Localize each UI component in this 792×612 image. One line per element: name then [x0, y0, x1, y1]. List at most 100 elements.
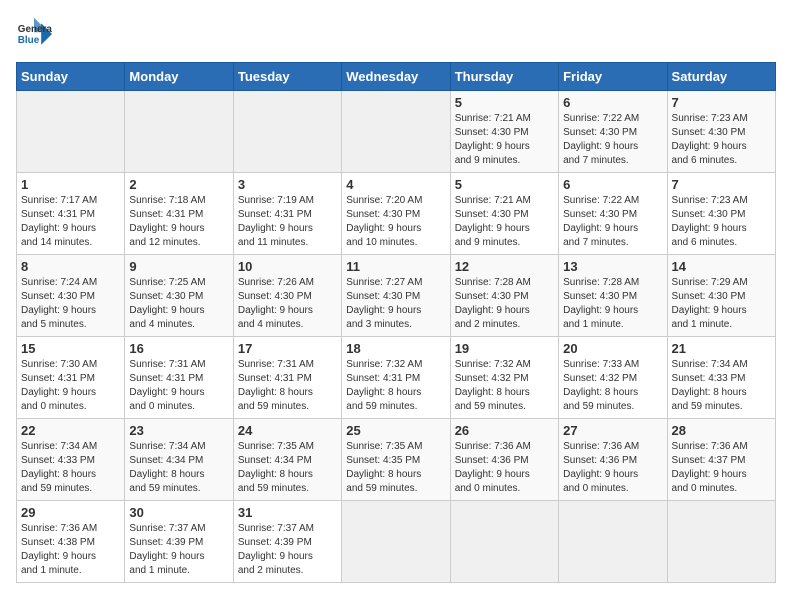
calendar-cell: 9Sunrise: 7:25 AM Sunset: 4:30 PM Daylig…	[125, 255, 233, 337]
calendar-cell: 10 Sunrise: 7:26 AM Sunset: 4:30 PM Dayli…	[233, 255, 341, 337]
calendar-cell	[559, 501, 667, 583]
calendar-cell: 28 Sunrise: 7:36 AM Sunset: 4:37 PM Dayli…	[667, 419, 775, 501]
day-number: 15	[21, 341, 120, 356]
day-info: Sunrise: 7:24 AM Sunset: 4:30 PM Dayligh…	[21, 276, 120, 332]
header-row: SundayMondayTuesdayWednesdayThursdayFrid…	[17, 63, 776, 91]
calendar-cell	[342, 91, 450, 173]
calendar-cell: 18 Sunrise: 7:32 AM Sunset: 4:31 PM Dayli…	[342, 337, 450, 419]
calendar-cell: 7Sunrise: 7:23 AM Sunset: 4:30 PM Daylig…	[667, 91, 775, 173]
day-number: 16	[129, 341, 228, 356]
day-info: Sunrise: 7:37 AM Sunset: 4:39 PM Dayligh…	[129, 522, 228, 578]
calendar-cell: 8 Sunrise: 7:24 AM Sunset: 4:30 PM Daylig…	[17, 255, 125, 337]
calendar-cell	[342, 501, 450, 583]
day-info: Sunrise: 7:34 AM Sunset: 4:33 PM Dayligh…	[21, 440, 120, 496]
logo-icon: General Blue	[16, 16, 52, 52]
calendar-cell: 6Sunrise: 7:22 AM Sunset: 4:30 PM Daylig…	[559, 173, 667, 255]
day-info: Sunrise: 7:32 AM Sunset: 4:31 PM Dayligh…	[346, 358, 445, 414]
calendar-cell: 4Sunrise: 7:20 AM Sunset: 4:30 PM Daylig…	[342, 173, 450, 255]
calendar-cell	[125, 91, 233, 173]
day-info: Sunrise: 7:32 AM Sunset: 4:32 PM Dayligh…	[455, 358, 554, 414]
calendar-cell: 5 Sunrise: 7:21 AM Sunset: 4:30 PM Daylig…	[450, 91, 558, 173]
day-number: 30	[129, 505, 228, 520]
day-info: Sunrise: 7:36 AM Sunset: 4:37 PM Dayligh…	[672, 440, 771, 496]
day-info: Sunrise: 7:36 AM Sunset: 4:36 PM Dayligh…	[563, 440, 662, 496]
calendar-cell: 24Sunrise: 7:35 AM Sunset: 4:34 PM Dayli…	[233, 419, 341, 501]
day-number: 5	[455, 95, 554, 110]
day-number: 12	[455, 259, 554, 274]
calendar-cell: 5Sunrise: 7:21 AM Sunset: 4:30 PM Daylig…	[450, 173, 558, 255]
calendar-cell: 30 Sunrise: 7:37 AM Sunset: 4:39 PM Dayli…	[125, 501, 233, 583]
day-number: 28	[672, 423, 771, 438]
day-info: Sunrise: 7:27 AM Sunset: 4:30 PM Dayligh…	[346, 276, 445, 332]
column-header-tuesday: Tuesday	[233, 63, 341, 91]
calendar-week-0: 5 Sunrise: 7:21 AM Sunset: 4:30 PM Daylig…	[17, 91, 776, 173]
day-number: 20	[563, 341, 662, 356]
day-info: Sunrise: 7:22 AM Sunset: 4:30 PM Dayligh…	[563, 112, 662, 168]
day-number: 5	[455, 177, 554, 192]
day-number: 27	[563, 423, 662, 438]
day-number: 11	[346, 259, 445, 274]
svg-text:Blue: Blue	[18, 35, 40, 46]
logo: General Blue	[16, 16, 52, 52]
calendar-cell: 26 Sunrise: 7:36 AM Sunset: 4:36 PM Dayli…	[450, 419, 558, 501]
day-info: Sunrise: 7:23 AM Sunset: 4:30 PM Dayligh…	[672, 112, 771, 168]
day-number: 17	[238, 341, 337, 356]
day-info: Sunrise: 7:35 AM Sunset: 4:35 PM Dayligh…	[346, 440, 445, 496]
day-info: Sunrise: 7:26 AM Sunset: 4:30 PM Dayligh…	[238, 276, 337, 332]
day-number: 2	[129, 177, 228, 192]
day-number: 18	[346, 341, 445, 356]
calendar-cell: 27 Sunrise: 7:36 AM Sunset: 4:36 PM Dayli…	[559, 419, 667, 501]
calendar-cell: 14Sunrise: 7:29 AM Sunset: 4:30 PM Dayli…	[667, 255, 775, 337]
day-number: 6	[563, 95, 662, 110]
day-info: Sunrise: 7:18 AM Sunset: 4:31 PM Dayligh…	[129, 194, 228, 250]
day-info: Sunrise: 7:29 AM Sunset: 4:30 PM Dayligh…	[672, 276, 771, 332]
svg-text:General: General	[18, 24, 52, 35]
day-info: Sunrise: 7:25 AM Sunset: 4:30 PM Dayligh…	[129, 276, 228, 332]
calendar-cell: 2 Sunrise: 7:18 AM Sunset: 4:31 PM Daylig…	[125, 173, 233, 255]
calendar-cell: 25Sunrise: 7:35 AM Sunset: 4:35 PM Dayli…	[342, 419, 450, 501]
day-info: Sunrise: 7:28 AM Sunset: 4:30 PM Dayligh…	[563, 276, 662, 332]
calendar-cell: 23Sunrise: 7:34 AM Sunset: 4:34 PM Dayli…	[125, 419, 233, 501]
day-info: Sunrise: 7:36 AM Sunset: 4:38 PM Dayligh…	[21, 522, 120, 578]
day-number: 8	[21, 259, 120, 274]
day-info: Sunrise: 7:36 AM Sunset: 4:36 PM Dayligh…	[455, 440, 554, 496]
calendar-cell	[667, 501, 775, 583]
day-info: Sunrise: 7:34 AM Sunset: 4:33 PM Dayligh…	[672, 358, 771, 414]
calendar-cell: 16 Sunrise: 7:31 AM Sunset: 4:31 PM Dayli…	[125, 337, 233, 419]
day-number: 22	[21, 423, 120, 438]
calendar-cell: 1Sunrise: 7:17 AM Sunset: 4:31 PM Daylig…	[17, 173, 125, 255]
day-number: 7	[672, 177, 771, 192]
calendar-cell: 17Sunrise: 7:31 AM Sunset: 4:31 PM Dayli…	[233, 337, 341, 419]
column-header-saturday: Saturday	[667, 63, 775, 91]
calendar-cell: 22 Sunrise: 7:34 AM Sunset: 4:33 PM Dayli…	[17, 419, 125, 501]
calendar-week-2: 8 Sunrise: 7:24 AM Sunset: 4:30 PM Daylig…	[17, 255, 776, 337]
calendar-table: SundayMondayTuesdayWednesdayThursdayFrid…	[16, 62, 776, 583]
day-info: Sunrise: 7:28 AM Sunset: 4:30 PM Dayligh…	[455, 276, 554, 332]
day-info: Sunrise: 7:35 AM Sunset: 4:34 PM Dayligh…	[238, 440, 337, 496]
day-number: 21	[672, 341, 771, 356]
day-number: 3	[238, 177, 337, 192]
column-header-monday: Monday	[125, 63, 233, 91]
column-header-thursday: Thursday	[450, 63, 558, 91]
calendar-cell: 12 Sunrise: 7:28 AM Sunset: 4:30 PM Dayli…	[450, 255, 558, 337]
calendar-week-4: 22 Sunrise: 7:34 AM Sunset: 4:33 PM Dayli…	[17, 419, 776, 501]
column-header-sunday: Sunday	[17, 63, 125, 91]
calendar-cell	[17, 91, 125, 173]
calendar-cell: 19 Sunrise: 7:32 AM Sunset: 4:32 PM Dayli…	[450, 337, 558, 419]
day-number: 10	[238, 259, 337, 274]
day-info: Sunrise: 7:21 AM Sunset: 4:30 PM Dayligh…	[455, 112, 554, 168]
calendar-cell: 15 Sunrise: 7:30 AM Sunset: 4:31 PM Dayli…	[17, 337, 125, 419]
calendar-cell	[450, 501, 558, 583]
day-number: 19	[455, 341, 554, 356]
calendar-cell: 3Sunrise: 7:19 AM Sunset: 4:31 PM Daylig…	[233, 173, 341, 255]
calendar-week-5: 29 Sunrise: 7:36 AM Sunset: 4:38 PM Dayli…	[17, 501, 776, 583]
calendar-week-1: 1Sunrise: 7:17 AM Sunset: 4:31 PM Daylig…	[17, 173, 776, 255]
calendar-cell: 13Sunrise: 7:28 AM Sunset: 4:30 PM Dayli…	[559, 255, 667, 337]
day-number: 26	[455, 423, 554, 438]
day-info: Sunrise: 7:30 AM Sunset: 4:31 PM Dayligh…	[21, 358, 120, 414]
column-header-friday: Friday	[559, 63, 667, 91]
day-number: 29	[21, 505, 120, 520]
day-info: Sunrise: 7:31 AM Sunset: 4:31 PM Dayligh…	[129, 358, 228, 414]
day-number: 6	[563, 177, 662, 192]
day-info: Sunrise: 7:23 AM Sunset: 4:30 PM Dayligh…	[672, 194, 771, 250]
